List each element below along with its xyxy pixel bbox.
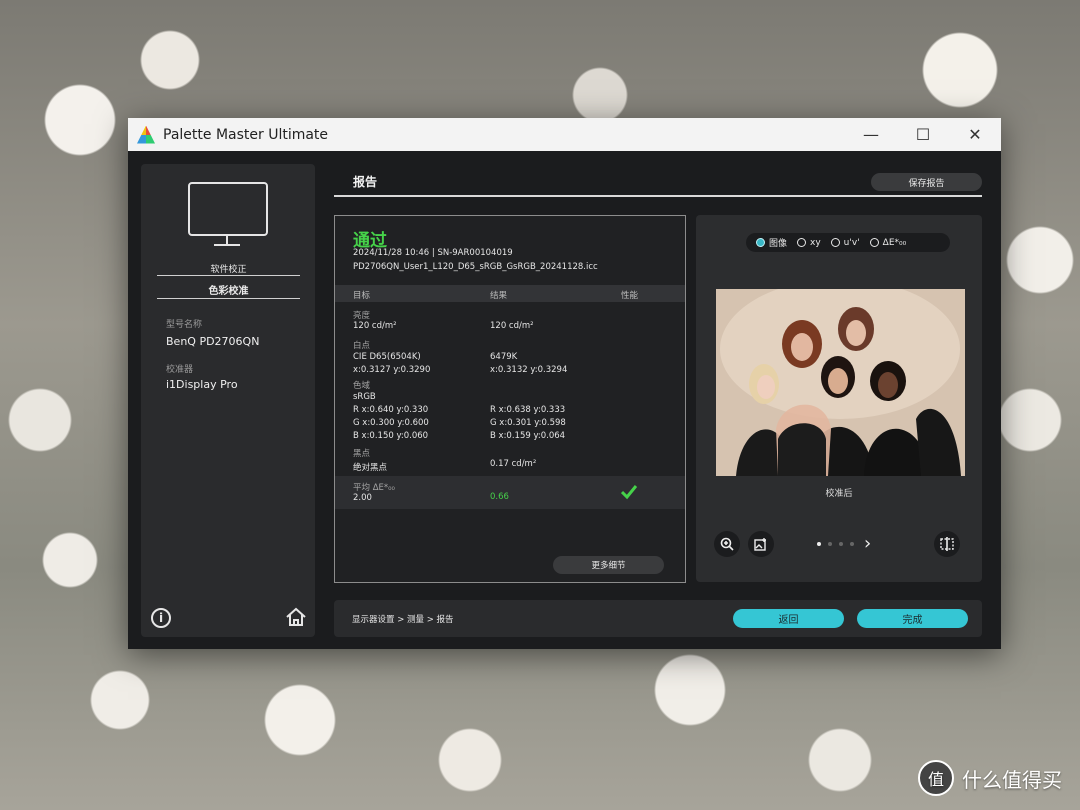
column-target: 目标	[353, 291, 371, 301]
result-value: 6479K	[490, 352, 518, 362]
done-button[interactable]: 完成	[857, 609, 968, 628]
timestamp-serial: 2024/11/28 10:46 | SN-9AR00104019	[353, 248, 513, 258]
radio-icon	[797, 238, 807, 247]
report-panel: 通过 2024/11/28 10:46 | SN-9AR00104019 PD2…	[334, 215, 686, 583]
monitor-icon	[188, 182, 268, 236]
zoom-in-icon[interactable]	[714, 531, 740, 557]
tab-image[interactable]: 图像	[756, 236, 787, 249]
more-details-button[interactable]: 更多细节	[553, 556, 664, 574]
page-indicator	[817, 542, 854, 546]
sample-photo	[716, 289, 965, 476]
target-value: CIE D65(6504K)	[353, 352, 421, 362]
row-label: 亮度	[353, 311, 371, 321]
target-value: 120 cd/m²	[353, 321, 397, 331]
device-label: 校准器	[166, 365, 194, 375]
photo-caption: 校准后	[825, 489, 853, 499]
target-value: B x:0.150 y:0.060	[353, 431, 429, 441]
sidebar-step-software: 软件校正	[210, 265, 247, 275]
footer-bar: 显示器设置 > 测量 > 报告 返回 完成	[334, 600, 982, 637]
device-value: i1Display Pro	[166, 378, 238, 391]
view-mode-tabs: 图像 xy u'v' ΔE*₀₀	[746, 233, 950, 252]
average-label: 平均 ΔE*₀₀	[353, 483, 395, 493]
watermark-logo: 值	[918, 760, 954, 796]
add-image-icon[interactable]	[748, 531, 774, 557]
tab-uv[interactable]: u'v'	[830, 238, 860, 248]
tab-delta-e[interactable]: ΔE*₀₀	[869, 238, 906, 248]
row-label: 黑点	[353, 449, 371, 459]
next-arrow-icon[interactable]: ›	[864, 533, 871, 554]
target-value: G x:0.300 y:0.600	[353, 418, 429, 428]
average-result: 0.66	[490, 492, 509, 502]
maximize-button[interactable]: ☐	[897, 118, 949, 151]
check-icon	[621, 485, 637, 500]
home-icon[interactable]	[285, 607, 307, 627]
close-button[interactable]: ✕	[949, 118, 1001, 151]
info-icon[interactable]: i	[151, 608, 171, 628]
preview-panel: 图像 xy u'v' ΔE*₀₀ 校准后 ›	[696, 215, 982, 582]
result-value: B x:0.159 y:0.064	[490, 431, 566, 441]
watermark: 值 什么值得买	[918, 760, 1062, 796]
page-title: 报告	[353, 175, 378, 189]
average-target: 2.00	[353, 493, 372, 503]
page-dot[interactable]	[817, 542, 821, 546]
column-result: 结果	[490, 291, 508, 301]
page-dot[interactable]	[828, 542, 832, 546]
sidebar: 软件校正 色彩校准 型号名称 BenQ PD2706QN 校准器 i1Displ…	[141, 164, 315, 637]
page-dot[interactable]	[850, 542, 854, 546]
column-performance: 性能	[621, 291, 639, 301]
result-value: 120 cd/m²	[490, 321, 534, 331]
save-report-button[interactable]: 保存报告	[871, 173, 982, 191]
window-title: Palette Master Ultimate	[163, 126, 329, 143]
row-label: 白点	[353, 341, 371, 351]
radio-icon	[830, 238, 840, 247]
target-value: x:0.3127 y:0.3290	[353, 365, 431, 375]
table-header: 目标 结果 性能	[335, 285, 685, 302]
result-value: G x:0.301 y:0.598	[490, 418, 566, 428]
breadcrumb: 显示器设置 > 测量 > 报告	[352, 615, 454, 625]
divider	[157, 275, 300, 276]
target-value: R x:0.640 y:0.330	[353, 405, 429, 415]
split-compare-icon[interactable]	[934, 531, 960, 557]
model-label: 型号名称	[166, 320, 203, 330]
target-value: 绝对黑点	[353, 463, 388, 473]
result-value: R x:0.638 y:0.333	[490, 405, 566, 415]
back-button[interactable]: 返回	[733, 609, 844, 628]
palette-logo-icon	[137, 125, 155, 144]
target-value: sRGB	[353, 392, 376, 402]
row-label: 色域	[353, 381, 371, 391]
page-dot[interactable]	[839, 542, 843, 546]
sidebar-step-color-calibration: 色彩校准	[208, 286, 249, 297]
model-value: BenQ PD2706QN	[166, 335, 260, 348]
title-bar: Palette Master Ultimate — ☐ ✕	[128, 118, 1001, 151]
profile-name: PD2706QN_User1_L120_D65_sRGB_GsRGB_20241…	[353, 262, 598, 272]
title-divider	[334, 195, 982, 197]
app-window: Palette Master Ultimate — ☐ ✕ 软件校正 色彩校准 …	[128, 118, 1001, 649]
radio-icon	[869, 238, 879, 247]
radio-selected-icon	[756, 238, 765, 247]
minimize-button[interactable]: —	[845, 118, 897, 151]
result-value: 0.17 cd/m²	[490, 459, 537, 469]
tab-xy[interactable]: xy	[797, 238, 821, 248]
watermark-text: 什么值得买	[962, 767, 1062, 792]
divider	[157, 298, 300, 299]
result-value: x:0.3132 y:0.3294	[490, 365, 568, 375]
